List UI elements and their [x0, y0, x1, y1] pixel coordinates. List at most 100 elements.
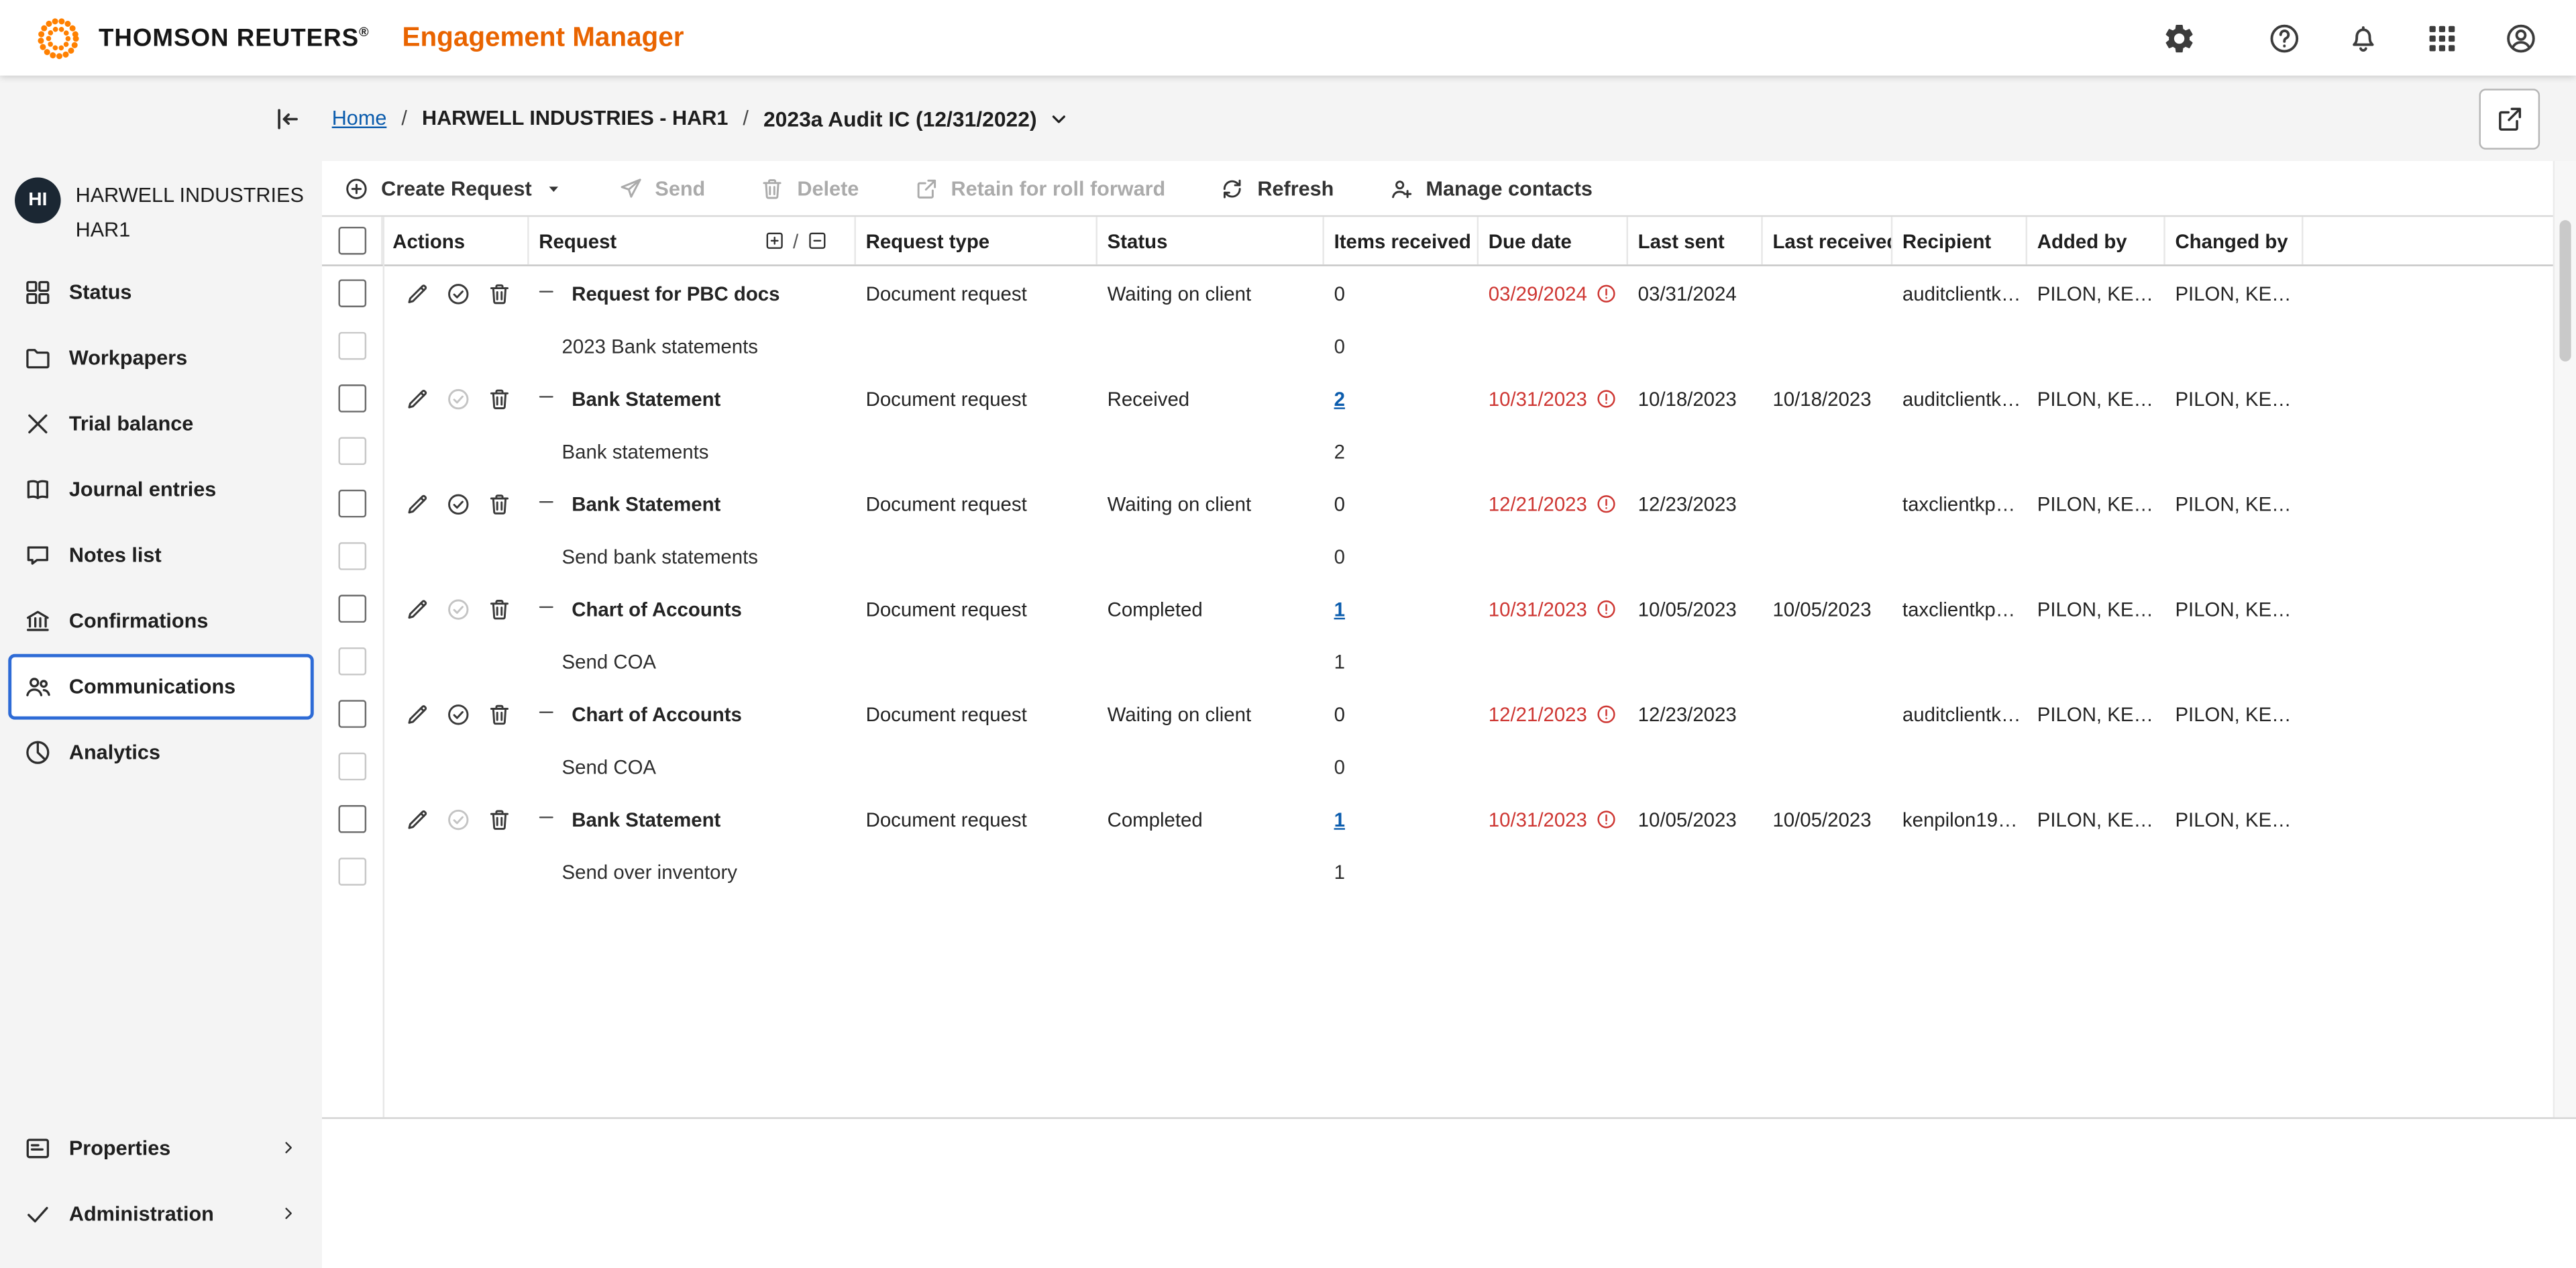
sidebar-item-properties[interactable]: Properties [8, 1115, 314, 1181]
row-checkbox-cell [322, 490, 383, 518]
breadcrumb-home-link[interactable]: Home [332, 107, 387, 129]
item-description-cell: Send bank statements [529, 545, 856, 568]
request-item-row: Send COA0 [322, 741, 2576, 792]
status-cell: Waiting on client [1097, 492, 1324, 515]
last-sent-value: 03/31/2024 [1638, 282, 1737, 305]
collapse-sidebar-button[interactable] [264, 97, 307, 140]
engagement-manager-app: THOMSON REUTERS® Engagement Manager Home… [0, 0, 2576, 1268]
subrow-items-cell: 0 [1324, 545, 1479, 568]
subrow-checkbox [338, 542, 366, 570]
added-by-cell: PILON, KE… [2027, 282, 2165, 305]
manage-contacts-button[interactable]: Manage contacts [1388, 175, 1593, 201]
request-item-row: Send over inventory1 [322, 846, 2576, 897]
edit-request-button[interactable] [404, 280, 430, 307]
complete-request-button[interactable] [445, 490, 472, 517]
sidebar-item-communications[interactable]: Communications [8, 654, 314, 720]
edit-request-button[interactable] [404, 385, 430, 411]
edit-request-button[interactable] [404, 806, 430, 832]
refresh-button[interactable]: Refresh [1220, 175, 1334, 201]
sidebar-item-workpapers[interactable]: Workpapers [8, 326, 314, 392]
request-cell: Chart of Accounts [529, 596, 856, 622]
delete-request-button[interactable] [486, 385, 513, 411]
sidebar-item-notes-list[interactable]: Notes list [8, 523, 314, 588]
toolbar-button-label: Refresh [1257, 176, 1334, 199]
settings-button[interactable] [2159, 18, 2198, 58]
collapse-row-button[interactable] [535, 806, 557, 832]
edit-request-button[interactable] [404, 700, 430, 727]
row-checkbox[interactable] [338, 700, 366, 728]
sidebar-item-analytics[interactable]: Analytics [8, 720, 314, 786]
vertical-scrollbar[interactable] [2553, 161, 2576, 1117]
request-name: Bank Statement [572, 492, 720, 515]
delete-request-button[interactable] [486, 280, 513, 307]
collapse-row-icon [535, 280, 557, 302]
sidebar-item-trial-balance[interactable]: Trial balance [8, 391, 314, 457]
engagement-selector[interactable]: 2023a Audit IC (12/31/2022) [763, 106, 1071, 131]
row-checkbox[interactable] [338, 595, 366, 623]
manage-contacts-icon [1388, 175, 1414, 201]
row-checkbox[interactable] [338, 805, 366, 833]
sidebar-item-label: Properties [69, 1137, 170, 1159]
last-sent-cell: 10/05/2023 [1628, 597, 1763, 620]
thomson-reuters-logo [36, 15, 80, 60]
delete-request-button[interactable] [486, 806, 513, 832]
row-actions [383, 385, 529, 411]
app-launcher-button[interactable] [2422, 18, 2461, 58]
sidebar-item-label: Notes list [69, 544, 162, 567]
complete-request-button [445, 806, 472, 832]
collapse-row-button[interactable] [535, 280, 557, 307]
collapse-row-button[interactable] [535, 385, 557, 411]
sidebar-item-administration[interactable]: Administration [8, 1181, 314, 1247]
last-sent-cell: 12/23/2023 [1628, 702, 1763, 725]
plus-circle-icon [343, 175, 370, 201]
items-received-link[interactable]: 2 [1334, 387, 1345, 410]
due-date-value: 12/21/2023 [1489, 492, 1587, 515]
last-sent-value: 10/05/2023 [1638, 597, 1737, 620]
client-name-line1: HARWELL INDUSTRIES [76, 179, 304, 213]
row-checkbox[interactable] [338, 279, 366, 307]
edit-request-button[interactable] [404, 490, 430, 517]
scrollbar-thumb[interactable] [2559, 220, 2570, 362]
column-header-label: Due date [1489, 229, 1572, 252]
edit-icon [404, 490, 430, 517]
column-header-label: Request [539, 229, 616, 252]
added-by-value: PILON, KE… [2037, 702, 2153, 725]
account-button[interactable] [2500, 18, 2540, 58]
collapse-row-button[interactable] [535, 490, 557, 517]
sidebar-bottom-nav: Properties Administration [0, 1115, 322, 1268]
sidebar-item-status[interactable]: Status [8, 260, 314, 326]
edit-request-button[interactable] [404, 596, 430, 622]
open-in-new-window-button[interactable] [2479, 88, 2540, 149]
due-date-cell: 10/31/2023 [1479, 597, 1628, 620]
added-by-value: PILON, KE… [2037, 282, 2153, 305]
delete-icon [486, 596, 513, 622]
select-all-checkbox[interactable] [337, 227, 366, 255]
items-received-link[interactable]: 1 [1334, 597, 1345, 620]
table-header-row: ActionsRequest/Request typeStatusItems r… [322, 217, 2576, 266]
delete-request-button[interactable] [486, 700, 513, 727]
expand-all-icon[interactable] [763, 230, 785, 252]
added-by-cell: PILON, KE… [2027, 597, 2165, 620]
items-received-link[interactable]: 1 [1334, 808, 1345, 831]
header-filler [2303, 217, 2576, 264]
complete-request-button[interactable] [445, 700, 472, 727]
delete-request-button[interactable] [486, 490, 513, 517]
complete-request-button[interactable] [445, 280, 472, 307]
notifications-button[interactable] [2343, 18, 2382, 58]
items-received-cell: 0 [1324, 702, 1479, 725]
row-checkbox[interactable] [338, 384, 366, 413]
status-grid-icon [23, 278, 52, 307]
changed-by-cell: PILON, KE… [2165, 492, 2304, 515]
sidebar-item-journal-entries[interactable]: Journal entries [8, 457, 314, 523]
collapse-row-button[interactable] [535, 700, 557, 727]
breadcrumb-client-link[interactable]: HARWELL INDUSTRIES - HAR1 [422, 107, 728, 129]
create-request-button[interactable]: Create Request [343, 175, 563, 201]
delete-request-button[interactable] [486, 596, 513, 622]
collapse-row-button[interactable] [535, 596, 557, 622]
row-checkbox[interactable] [338, 490, 366, 518]
item-description-cell: 2023 Bank statements [529, 334, 856, 357]
collapse-all-icon[interactable] [806, 230, 828, 252]
help-button[interactable] [2264, 18, 2304, 58]
collapse-row-icon [535, 385, 557, 407]
sidebar-item-confirmations[interactable]: Confirmations [8, 588, 314, 654]
